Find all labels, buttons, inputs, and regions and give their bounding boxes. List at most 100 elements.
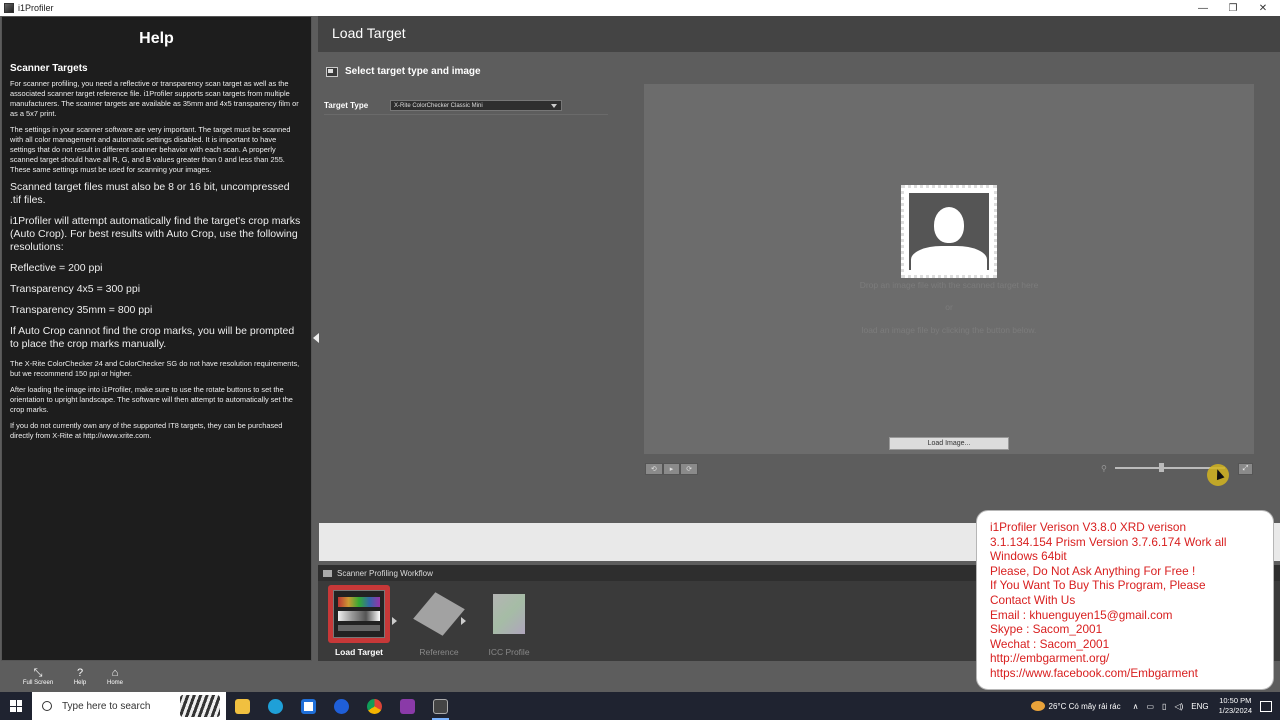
zoom-slider-thumb[interactable] <box>1159 463 1165 472</box>
promo-line: Please, Do Not Ask Anything For Free ! <box>990 563 1196 578</box>
help-paragraph: Transparency 4x5 = 300 ppi <box>10 283 141 295</box>
rotate-controls: ⟲ ▸ ⟳ <box>645 463 699 475</box>
full-screen-icon: ⤡ <box>33 667 43 679</box>
promo-line: Email : khuenguyen15@gmail.com <box>990 607 1173 622</box>
workflow-title: Scanner Profiling Workflow <box>337 568 433 578</box>
drop-instruction-text: Drop an image file with the scanned targ… <box>859 280 1039 290</box>
chrome-icon[interactable] <box>358 692 391 720</box>
promo-line: Contact With Us <box>990 592 1076 607</box>
windows-taskbar: Type here to search 26°C Có mây rải rác … <box>0 692 1280 720</box>
promo-line: If You Want To Buy This Program, Please <box>990 578 1206 593</box>
close-button[interactable]: ✕ <box>1248 0 1278 16</box>
workflow-step-label: ICC Profile <box>488 647 530 657</box>
promo-line: Wechat : Sacom_2001 <box>990 636 1110 651</box>
promo-line: Windows 64bit <box>990 549 1067 564</box>
help-paragraph: If you do not currently own any of the s… <box>10 421 283 440</box>
search-placeholder: Type here to search <box>62 700 151 712</box>
target-type-label: Target Type <box>324 101 369 110</box>
page-header: Load Target <box>318 16 1280 52</box>
workflow-step-icc-profile[interactable]: ICC Profile <box>468 581 538 661</box>
load-instruction-text: load an image file by clicking the butto… <box>861 325 1037 335</box>
help-label: Help <box>73 680 87 686</box>
minimize-button[interactable]: — <box>1188 0 1218 16</box>
section-select-target: Select target type and image <box>326 66 481 77</box>
taskbar-search[interactable]: Type here to search <box>32 692 226 720</box>
store-icon[interactable] <box>292 692 325 720</box>
edge-icon[interactable] <box>259 692 292 720</box>
workflow-step-reference[interactable]: Reference <box>398 581 468 661</box>
help-paragraph: The X-Rite ColorChecker 24 and ColorChec… <box>10 359 300 378</box>
section-title: Select target type and image <box>345 66 481 77</box>
rotate-right-icon[interactable]: ⟳ <box>680 463 699 475</box>
target-type-value: X-Rite ColorChecker Classic Mini <box>394 102 483 109</box>
search-icon <box>42 701 52 711</box>
clock-time: 10:50 PM <box>1219 696 1252 705</box>
promo-overlay: i1Profiler Verison V3.8.0 XRD verison 3.1… <box>976 510 1274 690</box>
search-highlight-image <box>180 695 220 717</box>
help-paragraph: Reflective = 200 ppi <box>10 262 103 274</box>
chevron-down-icon <box>551 104 557 108</box>
help-panel: Help Scanner Targets For scanner profili… <box>1 16 312 661</box>
help-body: For scanner profiling, you need a reflec… <box>10 79 303 441</box>
workflow-step-label: Load Target <box>334 647 383 657</box>
zoom-out-icon[interactable]: ⚲ <box>1101 464 1107 473</box>
window-title: i1Profiler <box>18 3 54 13</box>
full-screen-label: Full Screen <box>22 680 54 686</box>
home-button[interactable]: ⌂ Home <box>95 667 135 686</box>
section-icon <box>326 66 338 77</box>
promo-line: http://embgarment.org/ <box>990 651 1110 666</box>
collapse-panel-arrow-icon[interactable] <box>313 333 319 343</box>
help-paragraph: If Auto Crop cannot find the crop marks,… <box>10 325 295 350</box>
help-paragraph: For scanner profiling, you need a reflec… <box>10 79 299 118</box>
workflow-step-load-target[interactable]: Load Target <box>318 581 390 661</box>
weather-icon <box>1030 701 1045 711</box>
page-title: Load Target <box>332 25 406 41</box>
network-icon[interactable]: ▭ <box>1146 702 1154 711</box>
promo-line: Skype : Sacom_2001 <box>990 622 1103 637</box>
workflow-icon <box>323 569 332 577</box>
windows-logo-icon <box>10 700 22 712</box>
help-paragraph: Scanned target files must also be 8 or 1… <box>10 181 290 206</box>
help-title: Help <box>139 30 174 47</box>
language-indicator[interactable]: ENG <box>1191 702 1208 711</box>
play-icon[interactable]: ▸ <box>662 463 681 475</box>
target-type-row: Target Type X-Rite ColorChecker Classic … <box>324 97 608 115</box>
file-explorer-icon[interactable] <box>226 692 259 720</box>
help-paragraph: Transparency 35mm = 800 ppi <box>10 304 153 316</box>
help-button[interactable]: ? Help <box>60 667 100 686</box>
load-image-button[interactable]: Load Image... <box>889 437 1009 450</box>
battery-icon[interactable]: ▯ <box>1162 702 1166 711</box>
clock-date: 1/23/2024 <box>1218 706 1252 715</box>
home-label: Home <box>106 680 123 686</box>
notification-icon[interactable] <box>1260 700 1272 712</box>
app-icon-purple[interactable] <box>391 692 424 720</box>
maximize-button[interactable]: ❐ <box>1218 0 1248 16</box>
help-paragraph: The settings in your scanner software ar… <box>10 125 291 174</box>
rotate-left-icon[interactable]: ⟲ <box>645 463 663 475</box>
volume-icon[interactable]: ◁) <box>1174 702 1183 711</box>
weather-text[interactable]: 26°C Có mây rải rác <box>1049 702 1121 711</box>
taskbar-clock[interactable]: 10:50 PM 1/23/2024 <box>1219 696 1252 716</box>
zalo-icon[interactable] <box>325 692 358 720</box>
help-paragraph: After loading the image into i1Profiler,… <box>10 385 293 414</box>
workflow-arrow-icon <box>461 617 466 625</box>
i1profiler-taskbar-icon[interactable] <box>424 692 457 720</box>
window-titlebar: i1Profiler — ❐ ✕ <box>0 0 1280 16</box>
promo-line: https://www.facebook.com/Embgarment <box>990 665 1198 680</box>
target-type-select[interactable]: X-Rite ColorChecker Classic Mini <box>390 100 562 111</box>
promo-line: i1Profiler Verison V3.8.0 XRD verison <box>990 520 1187 534</box>
help-icon: ? <box>76 667 84 679</box>
drop-or-text: or <box>945 302 953 312</box>
tray-overflow-icon[interactable]: ∧ <box>1133 702 1139 711</box>
promo-line: 3.1.134.154 Prism Version 3.7.6.174 Work… <box>990 534 1227 549</box>
help-subtitle: Scanner Targets <box>10 63 88 74</box>
image-placeholder-icon <box>901 185 997 278</box>
fit-to-window-icon[interactable]: ⤢ <box>1238 463 1253 475</box>
help-paragraph: i1Profiler will attempt automatically fi… <box>10 215 301 253</box>
start-button[interactable] <box>0 692 32 720</box>
workflow-arrow-icon <box>392 617 397 625</box>
system-tray: 26°C Có mây rải rác ∧ ▭ ▯ ◁) ENG 10:50 P… <box>1030 692 1280 720</box>
home-icon: ⌂ <box>111 667 119 679</box>
app-icon <box>4 3 14 13</box>
full-screen-button[interactable]: ⤡ Full Screen <box>18 667 58 686</box>
